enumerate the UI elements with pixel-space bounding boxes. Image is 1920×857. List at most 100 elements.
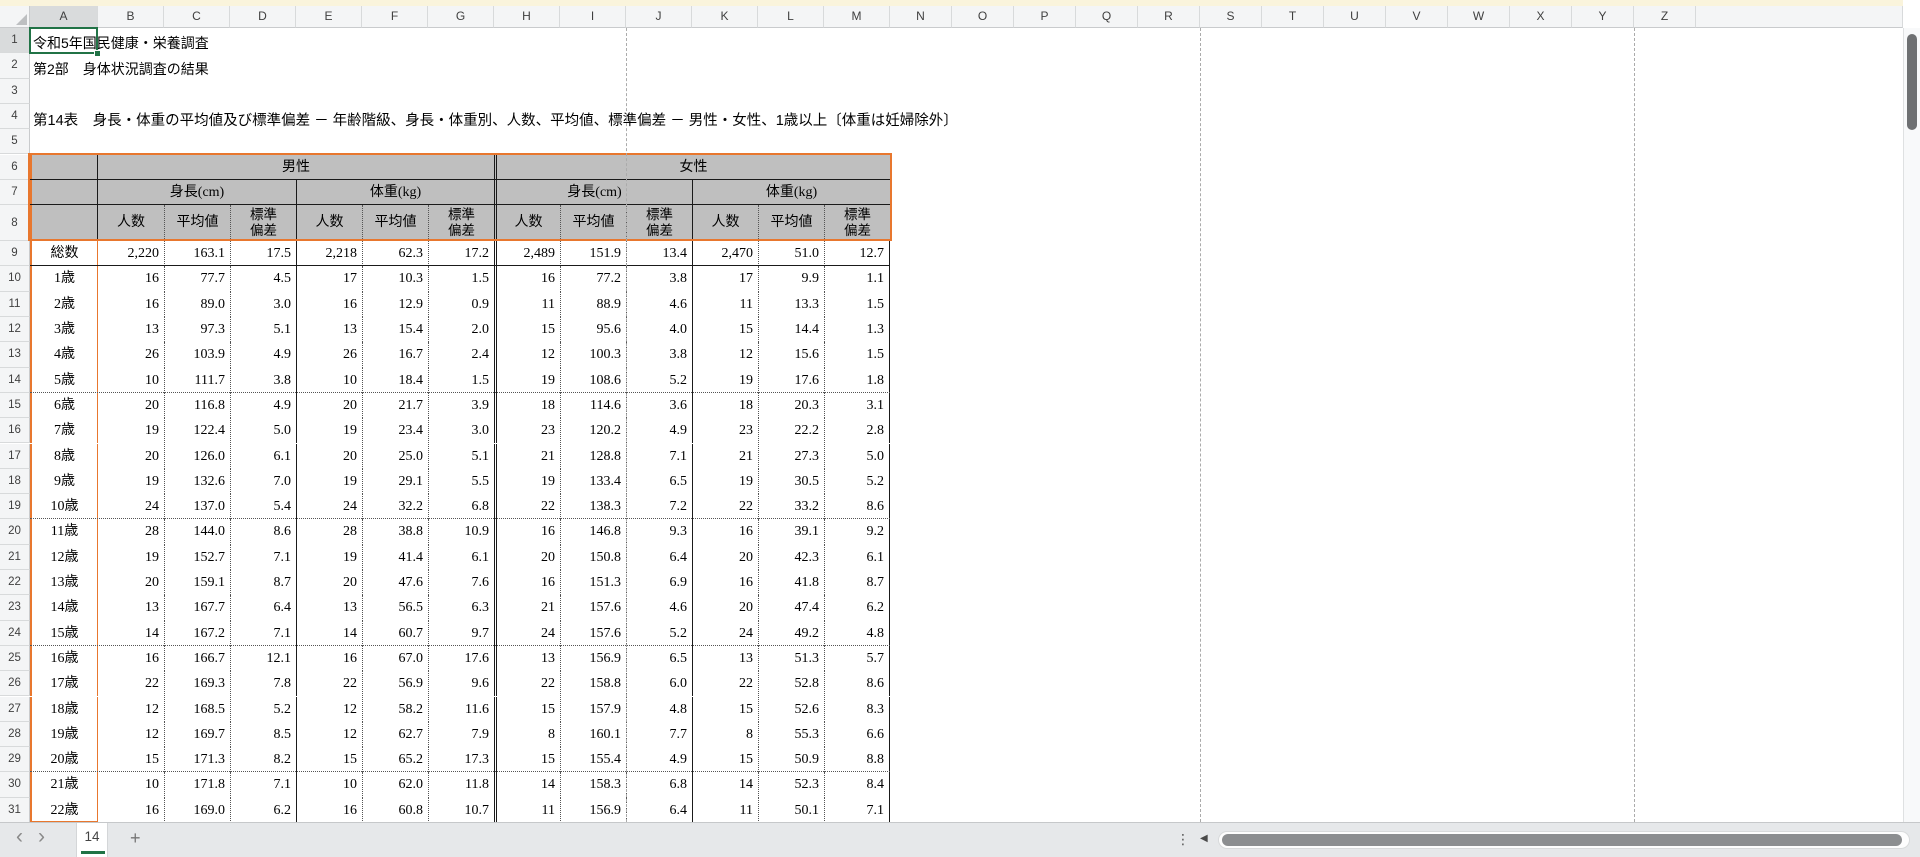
table-cell[interactable]: 5.2 [626,621,692,646]
row-header-29[interactable]: 29 [0,747,30,772]
table-row-label[interactable]: 総数 [30,241,98,266]
column-header-Z[interactable]: Z [1634,6,1696,28]
table-cell[interactable]: 8.7 [824,570,890,595]
table-cell[interactable]: 6.6 [824,722,890,747]
column-header-N[interactable]: N [890,6,952,28]
table-cell[interactable]: 23 [494,418,560,443]
table-cell[interactable]: 19 [98,469,164,494]
column-header-G[interactable]: G [428,6,494,28]
table-cell[interactable]: 7.1 [824,798,890,823]
table-cell[interactable]: 7.9 [428,722,494,747]
table-cell[interactable]: 151.9 [560,241,626,266]
table-cell[interactable]: 19 [494,469,560,494]
table-cell[interactable]: 22 [494,494,560,519]
table-cell[interactable]: 108.6 [560,368,626,393]
table-cell[interactable]: 100.3 [560,342,626,367]
table-cell[interactable]: 20 [98,393,164,418]
table-cell[interactable]: 16 [296,646,362,671]
table-cell[interactable]: 151.3 [560,570,626,595]
column-header-B[interactable]: B [98,6,164,28]
row-header-1[interactable]: 1 [0,28,30,53]
table-row-label[interactable]: 12歳 [30,545,98,570]
table-cell[interactable]: 24 [494,621,560,646]
row-header-5[interactable]: 5 [0,129,30,154]
table-cell[interactable]: 3.8 [626,342,692,367]
table-cell[interactable]: 5.2 [824,469,890,494]
table-cell[interactable]: 33.2 [758,494,824,519]
table-row-label[interactable]: 8歳 [30,444,98,469]
table-cell[interactable]: 10.3 [362,266,428,291]
table-cell[interactable]: 4.9 [626,418,692,443]
table-cell[interactable]: 42.3 [758,545,824,570]
vertical-scrollbar-thumb[interactable] [1907,34,1917,130]
table-cell[interactable]: 4.8 [626,697,692,722]
table-cell[interactable]: 14.4 [758,317,824,342]
table-cell[interactable]: 8.8 [824,747,890,772]
row-header-21[interactable]: 21 [0,545,30,570]
table-cell[interactable]: 12 [296,697,362,722]
table-cell[interactable]: 4.6 [626,595,692,620]
table-cell[interactable]: 159.1 [164,570,230,595]
table-cell[interactable]: 15 [98,747,164,772]
column-header-K[interactable]: K [692,6,758,28]
table-cell[interactable]: 13 [692,646,758,671]
row-header-14[interactable]: 14 [0,368,30,393]
table-cell[interactable]: 27.3 [758,444,824,469]
table-cell[interactable]: 114.6 [560,393,626,418]
table-cell[interactable]: 126.0 [164,444,230,469]
table-cell[interactable]: 25.0 [362,444,428,469]
table-cell[interactable]: 12 [296,722,362,747]
table-cell[interactable]: 11 [692,292,758,317]
table-cell[interactable]: 11.8 [428,772,494,797]
table-cell[interactable]: 67.0 [362,646,428,671]
row-header-12[interactable]: 12 [0,317,30,342]
table-cell[interactable]: 6.1 [230,444,296,469]
table-cell[interactable]: 6.5 [626,646,692,671]
table-row-label[interactable]: 20歳 [30,747,98,772]
table-cell[interactable]: 8 [692,722,758,747]
table-cell[interactable]: 3.8 [626,266,692,291]
table-cell[interactable]: 2,489 [494,241,560,266]
table-cell[interactable]: 116.8 [164,393,230,418]
table-cell[interactable]: 21.7 [362,393,428,418]
table-row-label[interactable]: 13歳 [30,570,98,595]
table-header-measure[interactable]: 体重(kg) [296,180,494,205]
table-cell[interactable]: 95.6 [560,317,626,342]
row-header-26[interactable]: 26 [0,671,30,696]
table-cell[interactable]: 5.4 [230,494,296,519]
table-cell[interactable]: 50.1 [758,798,824,823]
table-cell[interactable]: 20 [296,393,362,418]
table-cell[interactable]: 1.5 [428,266,494,291]
table-cell[interactable]: 21 [494,595,560,620]
table-cell[interactable]: 16 [98,798,164,823]
table-cell[interactable]: 6.1 [428,545,494,570]
table-cell[interactable]: 163.1 [164,241,230,266]
table-row-label[interactable]: 2歳 [30,292,98,317]
table-cell[interactable]: 10.7 [428,798,494,823]
table-cell[interactable]: 16 [98,646,164,671]
table-cell[interactable]: 4.6 [626,292,692,317]
table-cell[interactable]: 19 [692,368,758,393]
table-cell[interactable]: 7.1 [230,545,296,570]
row-header-8[interactable]: 8 [0,205,30,241]
sheet-tab-active[interactable]: 14 [76,823,108,857]
table-cell[interactable]: 39.1 [758,519,824,544]
table-cell[interactable]: 8.6 [824,671,890,696]
table-cell[interactable]: 8.6 [824,494,890,519]
table-cell[interactable]: 22 [494,671,560,696]
table-cell[interactable]: 0.9 [428,292,494,317]
table-cell[interactable]: 20 [296,444,362,469]
table-header-male[interactable]: 男性 [98,155,494,180]
table-row-label[interactable]: 14歳 [30,595,98,620]
table-cell[interactable]: 13 [296,595,362,620]
table-header-stat[interactable]: 人数 [692,205,758,241]
table-cell[interactable]: 8 [494,722,560,747]
table-row-label[interactable]: 17歳 [30,671,98,696]
table-cell[interactable]: 4.8 [824,621,890,646]
fill-handle[interactable] [94,50,101,57]
table-row-label[interactable]: 4歳 [30,342,98,367]
table-cell[interactable]: 16 [494,266,560,291]
table-cell[interactable]: 60.8 [362,798,428,823]
table-cell[interactable]: 10 [296,772,362,797]
column-header-I[interactable]: I [560,6,626,28]
